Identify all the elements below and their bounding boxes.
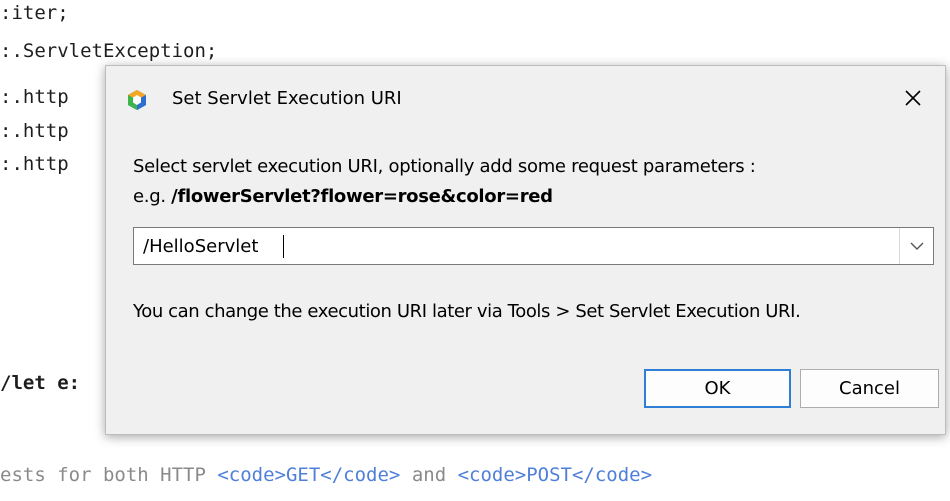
dialog-titlebar[interactable]: Set Servlet Execution URI [106, 66, 945, 128]
code-text: ests for both HTTP [0, 464, 218, 486]
code-line: :.http [0, 86, 69, 108]
netbeans-cube-icon [126, 89, 148, 111]
text-caret [283, 235, 284, 258]
code-text: and [400, 464, 458, 486]
set-servlet-uri-dialog: Set Servlet Execution URI Select servlet… [105, 65, 946, 435]
code-tag: <code>POST</code> [457, 464, 653, 486]
code-line: :iter; [0, 2, 69, 24]
dialog-description: Select servlet execution URI, optionally… [133, 156, 756, 177]
chevron-down-icon [910, 242, 923, 250]
close-icon [905, 90, 921, 106]
example-text: e.g. /flowerServlet?flower=rose&color=re… [133, 186, 553, 207]
uri-combobox[interactable] [133, 227, 934, 265]
hint-text: You can change the execution URI later v… [133, 301, 801, 322]
code-line: :.http [0, 120, 69, 142]
code-line: ests for both HTTP <code>GET</code> and … [0, 464, 652, 486]
uri-dropdown-button[interactable] [899, 228, 933, 264]
example-value: /flowerServlet?flower=rose&color=red [171, 186, 553, 207]
code-tag: <code>GET</code> [217, 464, 401, 486]
close-button[interactable] [895, 80, 931, 116]
dialog-title: Set Servlet Execution URI [172, 88, 402, 109]
code-line: :.ServletException; [0, 40, 218, 62]
example-prefix: e.g. [133, 186, 172, 207]
ok-button[interactable]: OK [644, 369, 791, 408]
code-line: :.http [0, 153, 69, 175]
cancel-button[interactable]: Cancel [800, 369, 939, 408]
code-line: /let e: [0, 372, 81, 394]
uri-input[interactable] [134, 228, 894, 264]
